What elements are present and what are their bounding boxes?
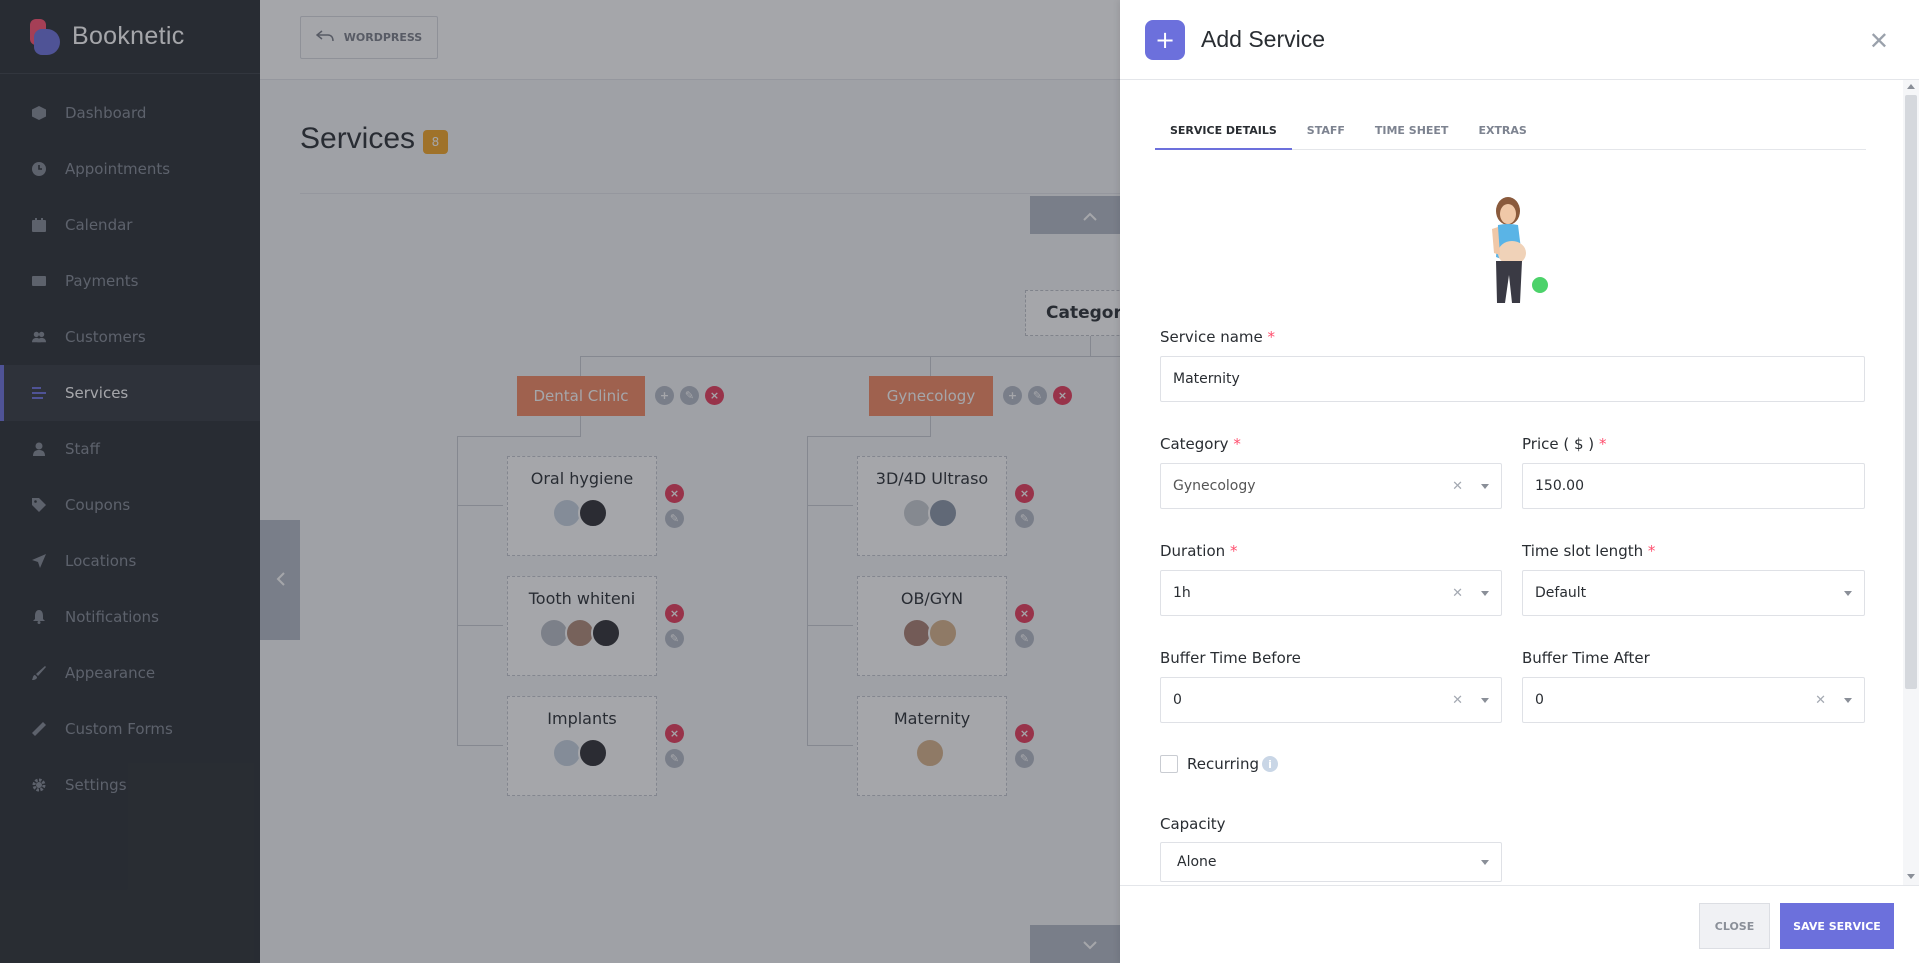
clear-icon[interactable]: ✕ <box>1815 693 1826 708</box>
chevron-down-icon <box>1481 698 1489 703</box>
service-image[interactable] <box>1470 195 1550 310</box>
capacity-label: Capacity <box>1160 815 1226 833</box>
recurring-label: Recurring <box>1187 755 1259 773</box>
panel-footer: CLOSE SAVE SERVICE <box>1120 885 1919 963</box>
capacity-value: Alone <box>1177 854 1217 870</box>
save-service-button[interactable]: SAVE SERVICE <box>1780 903 1894 949</box>
clear-icon[interactable]: ✕ <box>1452 586 1463 601</box>
time-slot-select[interactable]: Default <box>1522 570 1865 616</box>
tab-time-sheet[interactable]: TIME SHEET <box>1360 112 1464 150</box>
service-name-input[interactable]: Maternity <box>1160 356 1865 402</box>
panel-title: Add Service <box>1201 26 1326 52</box>
duration-label: Duration * <box>1160 542 1238 560</box>
time-slot-value: Default <box>1535 585 1587 601</box>
price-value: 150.00 <box>1535 478 1584 494</box>
buffer-before-value: 0 <box>1173 692 1182 708</box>
duration-select[interactable]: 1h ✕ <box>1160 570 1502 616</box>
chevron-down-icon <box>1844 698 1852 703</box>
modal-backdrop[interactable] <box>0 0 1120 963</box>
service-name-value: Maternity <box>1173 371 1240 387</box>
clear-icon[interactable]: ✕ <box>1452 693 1463 708</box>
buffer-before-select[interactable]: 0 ✕ <box>1160 677 1502 723</box>
category-value: Gynecology <box>1173 478 1256 494</box>
tab-extras[interactable]: EXTRAS <box>1463 112 1541 150</box>
service-name-label: Service name * <box>1160 328 1276 346</box>
tab-bar: SERVICE DETAILS STAFF TIME SHEET EXTRAS <box>1155 112 1866 150</box>
tab-service-details[interactable]: SERVICE DETAILS <box>1155 112 1292 150</box>
buffer-after-label: Buffer Time After <box>1522 649 1650 667</box>
tab-staff[interactable]: STAFF <box>1292 112 1360 150</box>
price-input[interactable]: 150.00 <box>1522 463 1865 509</box>
price-label: Price ( $ ) * <box>1522 435 1607 453</box>
time-slot-label: Time slot length * <box>1522 542 1656 560</box>
buffer-after-select[interactable]: 0 ✕ <box>1522 677 1865 723</box>
category-label: Category * <box>1160 435 1241 453</box>
info-icon[interactable]: i <box>1262 756 1278 772</box>
add-service-panel: + Add Service ✕ SERVICE DETAILS STAFF TI… <box>1120 0 1919 963</box>
buffer-before-label: Buffer Time Before <box>1160 649 1301 667</box>
scroll-up-icon[interactable] <box>1907 84 1915 89</box>
plus-icon: + <box>1145 19 1185 60</box>
scroll-down-icon[interactable] <box>1907 874 1915 879</box>
recurring-checkbox[interactable] <box>1160 755 1178 773</box>
chevron-down-icon <box>1481 860 1489 865</box>
capacity-select[interactable]: Alone <box>1160 842 1502 882</box>
active-status-dot <box>1530 275 1550 295</box>
duration-value: 1h <box>1173 585 1191 601</box>
clear-icon[interactable]: ✕ <box>1452 479 1463 494</box>
chevron-down-icon <box>1481 484 1489 489</box>
close-button[interactable]: CLOSE <box>1699 903 1770 949</box>
scrollbar-thumb[interactable] <box>1905 95 1917 689</box>
buffer-after-value: 0 <box>1535 692 1544 708</box>
close-icon[interactable]: ✕ <box>1869 27 1889 55</box>
panel-header: + Add Service ✕ <box>1120 0 1919 80</box>
category-select[interactable]: Gynecology ✕ <box>1160 463 1502 509</box>
chevron-down-icon <box>1481 591 1489 596</box>
chevron-down-icon <box>1844 591 1852 596</box>
